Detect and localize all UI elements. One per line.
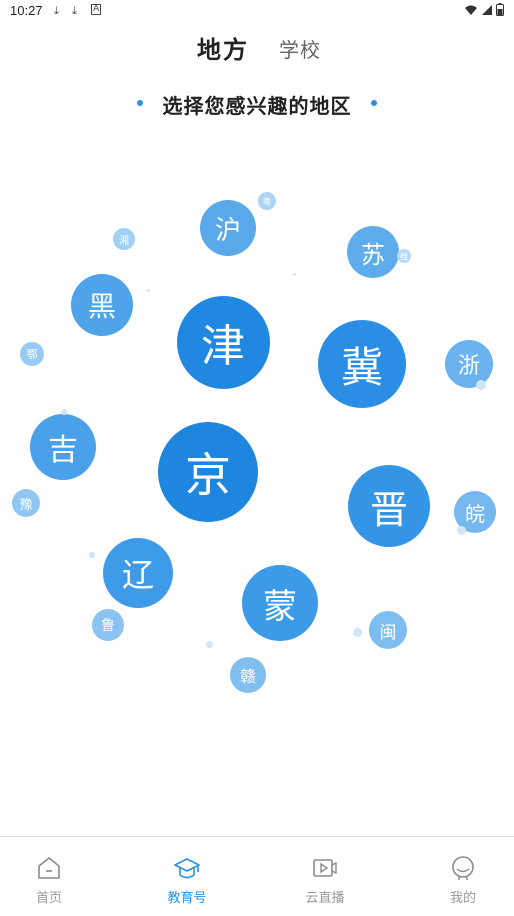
download-icon: ⤓ [54,4,59,17]
region-bubble-jing[interactable]: 京 [158,422,258,522]
top-tabs: 地方 学校 [0,30,514,66]
decorative-dot [89,552,95,558]
tab-local[interactable]: 地方 [197,30,249,65]
subtitle: 选择您感兴趣的地区 [162,94,352,118]
status-indicators [464,3,504,16]
nav-live[interactable]: 云直播 [285,837,365,916]
battery-icon [496,3,504,16]
decorative-dot [457,526,466,535]
decorative-dot [206,641,213,648]
decorative-dot [147,289,150,292]
profile-icon [452,856,474,880]
region-bubble-hei[interactable]: 黑 [71,274,133,336]
nav-profile[interactable]: 我的 [423,837,503,916]
region-bubble-xiang[interactable]: 湘 [113,228,135,250]
region-bubble-zhe[interactable]: 浙 [445,340,493,388]
region-bubble-su[interactable]: 苏 [347,226,399,278]
download-icon: ⤓ [72,4,77,17]
nav-live-label: 云直播 [305,891,345,906]
bottom-nav: 首页 教育号 云直播 我的 [0,836,514,916]
tab-school[interactable]: 学校 [279,34,321,63]
graduation-cap-icon [174,858,200,879]
region-bubble-min[interactable]: 闽 [369,611,407,649]
region-bubble-jilin[interactable]: 吉 [30,414,96,480]
nav-education[interactable]: 教育号 [147,837,227,916]
nav-education-label: 教育号 [167,891,207,906]
nav-profile-label: 我的 [449,891,476,906]
region-bubble-meng[interactable]: 蒙 [242,565,318,641]
subtitle-dot-right [371,100,377,106]
wifi-icon [465,5,477,15]
status-bar: 10:27 ⤓ ⤓ A [0,0,514,22]
subtitle-row: 选择您感兴趣的地区 [0,90,514,118]
region-bubble-hu[interactable]: 沪 [200,200,256,256]
region-bubble-e[interactable]: 鄂 [20,342,44,366]
region-bubble-liao[interactable]: 辽 [103,538,173,608]
video-icon [313,859,337,877]
region-bubble-gui[interactable]: 桂 [397,249,411,263]
home-icon [38,857,60,879]
decorative-dot [293,273,296,276]
nav-home-label: 首页 [35,891,62,906]
region-bubble-jin2[interactable]: 晋 [348,465,430,547]
region-bubble-yue[interactable]: 粤 [258,192,276,210]
signal-icon [482,4,492,15]
region-bubble-gan[interactable]: 赣 [230,657,266,693]
region-bubble-lu[interactable]: 鲁 [92,609,124,641]
status-time: 10:27 [10,3,43,18]
region-bubble-ji[interactable]: 冀 [318,320,406,408]
decorative-dot [353,628,362,637]
app-notification-icon: A [91,4,102,15]
subtitle-dot-left [137,100,143,106]
region-bubble-yu[interactable]: 豫 [12,489,40,517]
decorative-dot [61,409,67,415]
nav-home[interactable]: 首页 [9,837,89,916]
region-bubble-jin[interactable]: 津 [176,295,270,389]
decorative-dot [476,380,486,390]
